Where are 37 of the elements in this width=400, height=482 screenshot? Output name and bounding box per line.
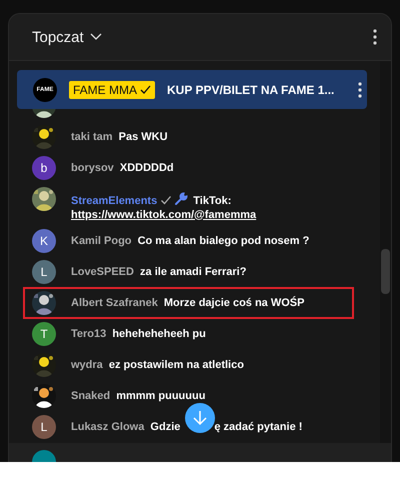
message-text: Pas WKU xyxy=(118,130,168,142)
message-text: TikTok: xyxy=(193,194,232,206)
author-name[interactable]: wydra xyxy=(71,358,103,370)
message-text: mmmm puuuuuu xyxy=(116,390,206,402)
author-name[interactable]: Snaked xyxy=(71,390,110,402)
chat-mode-title[interactable]: Topczat xyxy=(32,28,84,46)
message-link[interactable]: https://www.tiktok.com/@famemma xyxy=(71,208,256,220)
message-text: ę zadać pytanie ! xyxy=(214,420,302,432)
author-name[interactable]: Albert Szafranek xyxy=(71,296,158,308)
arrow-down-icon xyxy=(193,410,207,426)
pinned-message-text: KUP PPV/BILET NA FAME 1... xyxy=(167,82,334,96)
message-text: XDDDDDd xyxy=(120,162,174,174)
scroll-down-button[interactable] xyxy=(185,403,215,433)
author-badge[interactable]: FAME MMA xyxy=(69,80,156,98)
author-name[interactable]: Tero13 xyxy=(71,328,106,340)
message-text: ez postawilem na atletlico xyxy=(108,358,244,370)
message-text: heheheheheeh pu xyxy=(112,328,206,340)
author-name[interactable]: LoveSPEED xyxy=(71,266,134,278)
avatar: b xyxy=(32,156,56,180)
scrollbar[interactable] xyxy=(380,61,391,443)
message-text: za ile amadi Ferrari? xyxy=(140,266,246,278)
avatar: K xyxy=(32,228,56,252)
author-name[interactable]: Lukasz Glowa xyxy=(71,420,144,432)
message-text: Co ma alan bialego pod nosem ? xyxy=(138,234,310,246)
author-name[interactable]: Kamil Pogo xyxy=(71,234,132,246)
author-name[interactable]: borysov xyxy=(71,162,114,174)
more-options-icon[interactable] xyxy=(373,29,377,45)
message-text: Gdzie xyxy=(150,420,180,432)
chevron-down-icon[interactable] xyxy=(90,33,102,41)
avatar: T xyxy=(32,322,56,346)
wrench-icon xyxy=(174,192,188,206)
message-text: Morze dajcie coś na WOŚP xyxy=(164,296,304,308)
more-options-icon[interactable] xyxy=(358,82,362,98)
author-name[interactable]: StreamElements xyxy=(71,194,158,206)
author-name[interactable]: taki tam xyxy=(71,130,113,142)
avatar: L xyxy=(32,414,56,438)
avatar: L xyxy=(32,260,56,284)
